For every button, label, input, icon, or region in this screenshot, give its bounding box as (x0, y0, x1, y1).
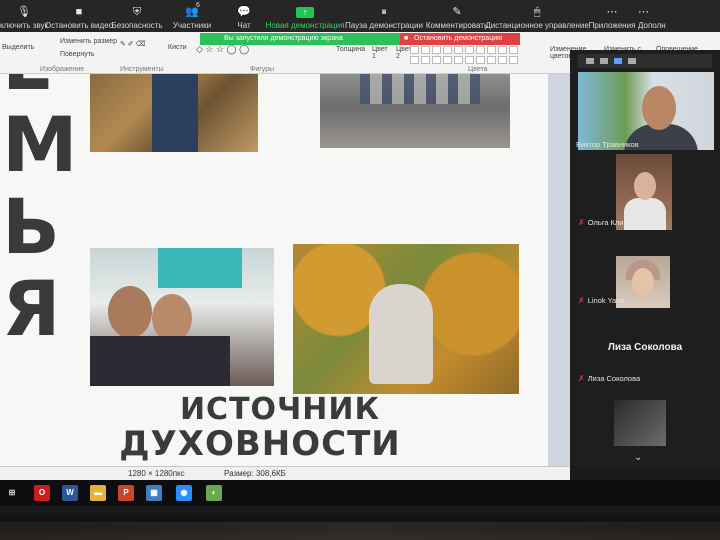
file-explorer-icon[interactable]: ▬ (90, 485, 106, 501)
file-size: Размер: 308,6КБ (224, 469, 286, 478)
color-palette[interactable] (410, 46, 518, 64)
thickness-button[interactable]: Толщина (336, 46, 365, 53)
annotate-button[interactable]: ✎ Комментировать (426, 0, 488, 30)
muted-mic-icon: ✗ (578, 296, 585, 305)
muted-mic-icon: ✗ (578, 218, 585, 227)
pause-icon: ⏸ (381, 6, 387, 18)
participant-label-4: ✗ Лиза Соколова (578, 374, 640, 383)
group-image-label: Изображение (40, 66, 85, 73)
photo-family-autumn (293, 244, 519, 394)
remote-control-button[interactable]: 🖱 Дистанционное управление (485, 0, 589, 30)
video-camera-icon: ■ (75, 6, 83, 18)
group-colors-label: Цвета (468, 66, 488, 73)
zoom-icon[interactable]: ◉ (176, 485, 192, 501)
color1-button[interactable]: Цвет 1 (372, 46, 390, 60)
zoom-toolbar: 🎙 ключить звук ■ Остановить видео ⛨ Безо… (0, 0, 720, 32)
photos-icon[interactable]: ◐ (206, 485, 222, 501)
color2-button[interactable]: Цвет 2 (396, 46, 412, 60)
vertical-word: Е М Ь Я (2, 74, 82, 350)
strip-view-icon[interactable] (600, 58, 608, 64)
more-icon: ⋯ (638, 6, 649, 18)
letter-soft-sign: Ь (2, 182, 60, 271)
muted-mic-icon: ✗ (578, 374, 585, 383)
remote-control-icon: 🖱 (533, 6, 541, 18)
chat-button[interactable]: 💬 Чат (220, 0, 268, 30)
letter-ya: Я (2, 264, 61, 353)
chevron-down-icon[interactable]: ⌄ (634, 452, 642, 463)
annotate-icon: ✎ (452, 6, 462, 18)
select-button[interactable]: Выделить (2, 44, 34, 51)
participants-panel: Виктор Травников ✗ Ольга Клименко ✗ Linok … (570, 50, 720, 466)
participants-button[interactable]: 6 👥 Участники (164, 0, 220, 30)
participant-name-3: Linok Yana (587, 296, 625, 305)
shield-icon: ⛨ (132, 6, 142, 18)
powerpoint-icon[interactable]: P (118, 485, 134, 501)
participant-name-4: Лиза Соколова (587, 374, 641, 383)
participant-name-2: Ольга Клименко (587, 218, 645, 227)
apps-icon: ⋯ (606, 6, 618, 18)
minimize-icon[interactable] (586, 58, 594, 64)
monitor-bezel (0, 506, 720, 540)
brushes-button[interactable]: Кисти (168, 44, 187, 51)
resize-button[interactable]: Изменить размер (60, 38, 117, 45)
participants-count-badge: 6 (196, 2, 200, 9)
photo-autumn-person (90, 74, 258, 152)
paint-canvas[interactable]: Е М Ь Я ИСТОЧНИК ДУХОВНОСТИ (0, 74, 548, 466)
opera-icon[interactable]: O (34, 485, 50, 501)
security-button[interactable]: ⛨ Безопасность (110, 0, 164, 30)
participant-avatar-name[interactable]: Лиза Соколова (570, 342, 720, 353)
participant-label-3: ✗ Linok Yana (578, 296, 625, 305)
sharing-banner: Вы запустили демонстрацию экрана Останов… (200, 33, 520, 45)
apps-button[interactable]: ⋯ Приложения (586, 0, 638, 30)
group-shapes-label: Фигуры (250, 66, 275, 73)
microphone-icon: 🎙 (17, 6, 31, 18)
stop-video-button[interactable]: ■ Остановить видео (45, 0, 113, 30)
stop-share-button[interactable]: Остановить демонстрацию (400, 33, 520, 45)
letter-m: М (2, 100, 78, 189)
more-button[interactable]: ⋯ Дополн (638, 0, 674, 30)
screen-frame: 🎙 ключить звук ■ Остановить видео ⛨ Безо… (0, 0, 720, 540)
sharing-status: Вы запустили демонстрацию экрана (200, 33, 400, 45)
caption-line-2: ДУХОВНОСТИ (119, 424, 401, 464)
gallery-view-icon[interactable] (614, 58, 622, 64)
pencil-icon[interactable]: ✎ ✐ ⌫ (120, 40, 146, 48)
participant-label-2: ✗ Ольга Клименко (578, 218, 645, 227)
view-switcher[interactable] (578, 54, 712, 68)
pause-share-button[interactable]: ⏸ Пауза демонстрации (342, 0, 426, 30)
new-share-button[interactable]: ↑ Новая демонстрация (266, 0, 344, 30)
unmute-button[interactable]: 🎙 ключить звук (0, 0, 48, 30)
speaker-view-icon[interactable] (628, 58, 636, 64)
chat-icon: 💬 (237, 6, 251, 18)
rotate-button[interactable]: Повернуть (60, 51, 95, 58)
photo-street-group (320, 74, 510, 148)
caption-line-1: ИСТОЧНИК (179, 392, 381, 427)
share-screen-icon: ↑ (296, 7, 314, 18)
image-dimensions: 1280 × 1280пкс (128, 469, 185, 478)
paint-icon[interactable]: ▦ (146, 485, 162, 501)
photo-couple (90, 248, 274, 386)
task-view-icon[interactable]: ⊞ (4, 485, 20, 501)
shapes-gallery[interactable]: ◇ ☆ ☆ ◯ ◯ (196, 44, 249, 55)
word-icon[interactable]: W (62, 485, 78, 501)
video-tile-5[interactable] (614, 400, 666, 446)
windows-taskbar: ⊞ O W ▬ P ▦ ◉ ◐ (0, 480, 720, 506)
paint-status-bar: 1280 × 1280пкс Размер: 308,6КБ (0, 466, 570, 480)
participant-name-1: Виктор Травников (576, 140, 639, 149)
group-tools-label: Инструменты (120, 66, 164, 73)
video-tile-1[interactable] (578, 72, 714, 150)
